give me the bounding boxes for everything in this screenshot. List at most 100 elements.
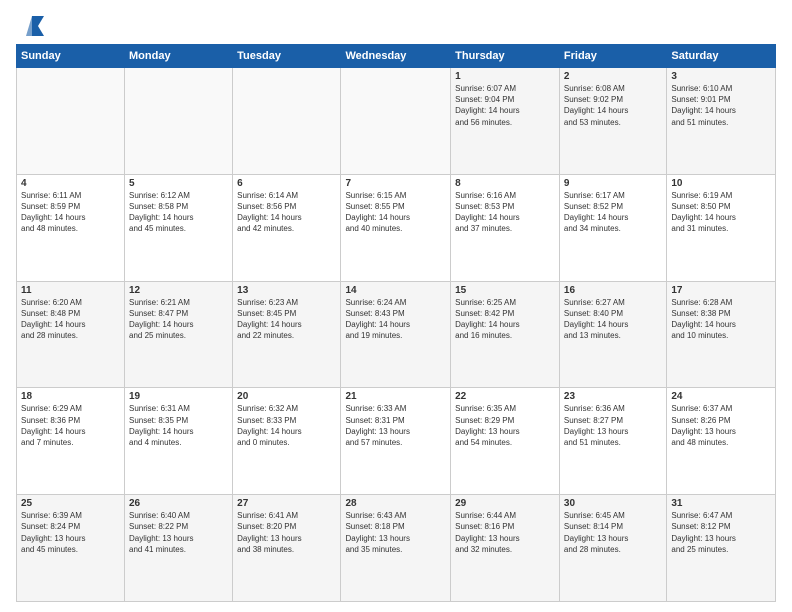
calendar-week-1: 1Sunrise: 6:07 AM Sunset: 9:04 PM Daylig… [17,68,776,175]
header-row: Sunday Monday Tuesday Wednesday Thursday… [17,45,776,68]
calendar-cell: 14Sunrise: 6:24 AM Sunset: 8:43 PM Dayli… [341,281,451,388]
calendar-cell: 3Sunrise: 6:10 AM Sunset: 9:01 PM Daylig… [667,68,776,175]
calendar-week-5: 25Sunrise: 6:39 AM Sunset: 8:24 PM Dayli… [17,495,776,602]
header [16,12,776,36]
day-number: 19 [129,391,228,402]
calendar-cell: 2Sunrise: 6:08 AM Sunset: 9:02 PM Daylig… [559,68,666,175]
calendar-cell: 15Sunrise: 6:25 AM Sunset: 8:42 PM Dayli… [451,281,560,388]
day-info: Sunrise: 6:11 AM Sunset: 8:59 PM Dayligh… [21,190,120,235]
calendar-cell: 29Sunrise: 6:44 AM Sunset: 8:16 PM Dayli… [451,495,560,602]
col-friday: Friday [559,45,666,68]
day-info: Sunrise: 6:36 AM Sunset: 8:27 PM Dayligh… [564,403,662,448]
calendar-body: 1Sunrise: 6:07 AM Sunset: 9:04 PM Daylig… [17,68,776,602]
day-info: Sunrise: 6:10 AM Sunset: 9:01 PM Dayligh… [671,83,771,128]
calendar-cell: 16Sunrise: 6:27 AM Sunset: 8:40 PM Dayli… [559,281,666,388]
day-number: 8 [455,178,555,189]
day-info: Sunrise: 6:43 AM Sunset: 8:18 PM Dayligh… [345,510,446,555]
day-number: 18 [21,391,120,402]
day-number: 17 [671,285,771,296]
day-info: Sunrise: 6:24 AM Sunset: 8:43 PM Dayligh… [345,297,446,342]
col-tuesday: Tuesday [233,45,341,68]
calendar-cell: 17Sunrise: 6:28 AM Sunset: 8:38 PM Dayli… [667,281,776,388]
calendar-cell [233,68,341,175]
calendar-week-3: 11Sunrise: 6:20 AM Sunset: 8:48 PM Dayli… [17,281,776,388]
calendar-cell: 23Sunrise: 6:36 AM Sunset: 8:27 PM Dayli… [559,388,666,495]
calendar-week-2: 4Sunrise: 6:11 AM Sunset: 8:59 PM Daylig… [17,174,776,281]
day-info: Sunrise: 6:21 AM Sunset: 8:47 PM Dayligh… [129,297,228,342]
calendar-cell: 21Sunrise: 6:33 AM Sunset: 8:31 PM Dayli… [341,388,451,495]
calendar-cell: 22Sunrise: 6:35 AM Sunset: 8:29 PM Dayli… [451,388,560,495]
calendar-cell [125,68,233,175]
day-number: 15 [455,285,555,296]
day-info: Sunrise: 6:33 AM Sunset: 8:31 PM Dayligh… [345,403,446,448]
day-info: Sunrise: 6:07 AM Sunset: 9:04 PM Dayligh… [455,83,555,128]
day-info: Sunrise: 6:35 AM Sunset: 8:29 PM Dayligh… [455,403,555,448]
day-info: Sunrise: 6:16 AM Sunset: 8:53 PM Dayligh… [455,190,555,235]
day-info: Sunrise: 6:31 AM Sunset: 8:35 PM Dayligh… [129,403,228,448]
calendar-cell: 28Sunrise: 6:43 AM Sunset: 8:18 PM Dayli… [341,495,451,602]
day-info: Sunrise: 6:25 AM Sunset: 8:42 PM Dayligh… [455,297,555,342]
col-wednesday: Wednesday [341,45,451,68]
calendar-cell: 31Sunrise: 6:47 AM Sunset: 8:12 PM Dayli… [667,495,776,602]
calendar-cell: 9Sunrise: 6:17 AM Sunset: 8:52 PM Daylig… [559,174,666,281]
day-info: Sunrise: 6:47 AM Sunset: 8:12 PM Dayligh… [671,510,771,555]
calendar: Sunday Monday Tuesday Wednesday Thursday… [16,44,776,602]
calendar-cell: 13Sunrise: 6:23 AM Sunset: 8:45 PM Dayli… [233,281,341,388]
day-number: 4 [21,178,120,189]
day-info: Sunrise: 6:12 AM Sunset: 8:58 PM Dayligh… [129,190,228,235]
calendar-cell: 18Sunrise: 6:29 AM Sunset: 8:36 PM Dayli… [17,388,125,495]
calendar-cell: 27Sunrise: 6:41 AM Sunset: 8:20 PM Dayli… [233,495,341,602]
day-number: 1 [455,71,555,82]
calendar-cell: 11Sunrise: 6:20 AM Sunset: 8:48 PM Dayli… [17,281,125,388]
day-number: 7 [345,178,446,189]
day-info: Sunrise: 6:40 AM Sunset: 8:22 PM Dayligh… [129,510,228,555]
calendar-cell: 12Sunrise: 6:21 AM Sunset: 8:47 PM Dayli… [125,281,233,388]
calendar-cell: 20Sunrise: 6:32 AM Sunset: 8:33 PM Dayli… [233,388,341,495]
day-number: 13 [237,285,336,296]
day-info: Sunrise: 6:37 AM Sunset: 8:26 PM Dayligh… [671,403,771,448]
day-number: 6 [237,178,336,189]
day-info: Sunrise: 6:08 AM Sunset: 9:02 PM Dayligh… [564,83,662,128]
calendar-cell: 8Sunrise: 6:16 AM Sunset: 8:53 PM Daylig… [451,174,560,281]
day-info: Sunrise: 6:23 AM Sunset: 8:45 PM Dayligh… [237,297,336,342]
col-thursday: Thursday [451,45,560,68]
logo [16,12,46,36]
day-number: 26 [129,498,228,509]
day-info: Sunrise: 6:19 AM Sunset: 8:50 PM Dayligh… [671,190,771,235]
day-info: Sunrise: 6:45 AM Sunset: 8:14 PM Dayligh… [564,510,662,555]
day-number: 10 [671,178,771,189]
day-number: 12 [129,285,228,296]
day-info: Sunrise: 6:14 AM Sunset: 8:56 PM Dayligh… [237,190,336,235]
calendar-cell: 7Sunrise: 6:15 AM Sunset: 8:55 PM Daylig… [341,174,451,281]
col-sunday: Sunday [17,45,125,68]
calendar-cell: 1Sunrise: 6:07 AM Sunset: 9:04 PM Daylig… [451,68,560,175]
calendar-cell: 6Sunrise: 6:14 AM Sunset: 8:56 PM Daylig… [233,174,341,281]
day-number: 20 [237,391,336,402]
day-number: 2 [564,71,662,82]
day-number: 24 [671,391,771,402]
day-info: Sunrise: 6:17 AM Sunset: 8:52 PM Dayligh… [564,190,662,235]
col-saturday: Saturday [667,45,776,68]
day-number: 21 [345,391,446,402]
day-number: 23 [564,391,662,402]
day-info: Sunrise: 6:44 AM Sunset: 8:16 PM Dayligh… [455,510,555,555]
day-number: 16 [564,285,662,296]
day-number: 31 [671,498,771,509]
day-info: Sunrise: 6:15 AM Sunset: 8:55 PM Dayligh… [345,190,446,235]
calendar-cell: 10Sunrise: 6:19 AM Sunset: 8:50 PM Dayli… [667,174,776,281]
calendar-week-4: 18Sunrise: 6:29 AM Sunset: 8:36 PM Dayli… [17,388,776,495]
day-info: Sunrise: 6:41 AM Sunset: 8:20 PM Dayligh… [237,510,336,555]
day-number: 14 [345,285,446,296]
calendar-cell: 4Sunrise: 6:11 AM Sunset: 8:59 PM Daylig… [17,174,125,281]
logo-flag-icon [18,12,46,40]
day-info: Sunrise: 6:32 AM Sunset: 8:33 PM Dayligh… [237,403,336,448]
calendar-cell [341,68,451,175]
day-info: Sunrise: 6:28 AM Sunset: 8:38 PM Dayligh… [671,297,771,342]
calendar-cell: 24Sunrise: 6:37 AM Sunset: 8:26 PM Dayli… [667,388,776,495]
page: Sunday Monday Tuesday Wednesday Thursday… [0,0,792,612]
day-number: 28 [345,498,446,509]
day-number: 22 [455,391,555,402]
day-info: Sunrise: 6:39 AM Sunset: 8:24 PM Dayligh… [21,510,120,555]
day-number: 5 [129,178,228,189]
calendar-cell: 19Sunrise: 6:31 AM Sunset: 8:35 PM Dayli… [125,388,233,495]
